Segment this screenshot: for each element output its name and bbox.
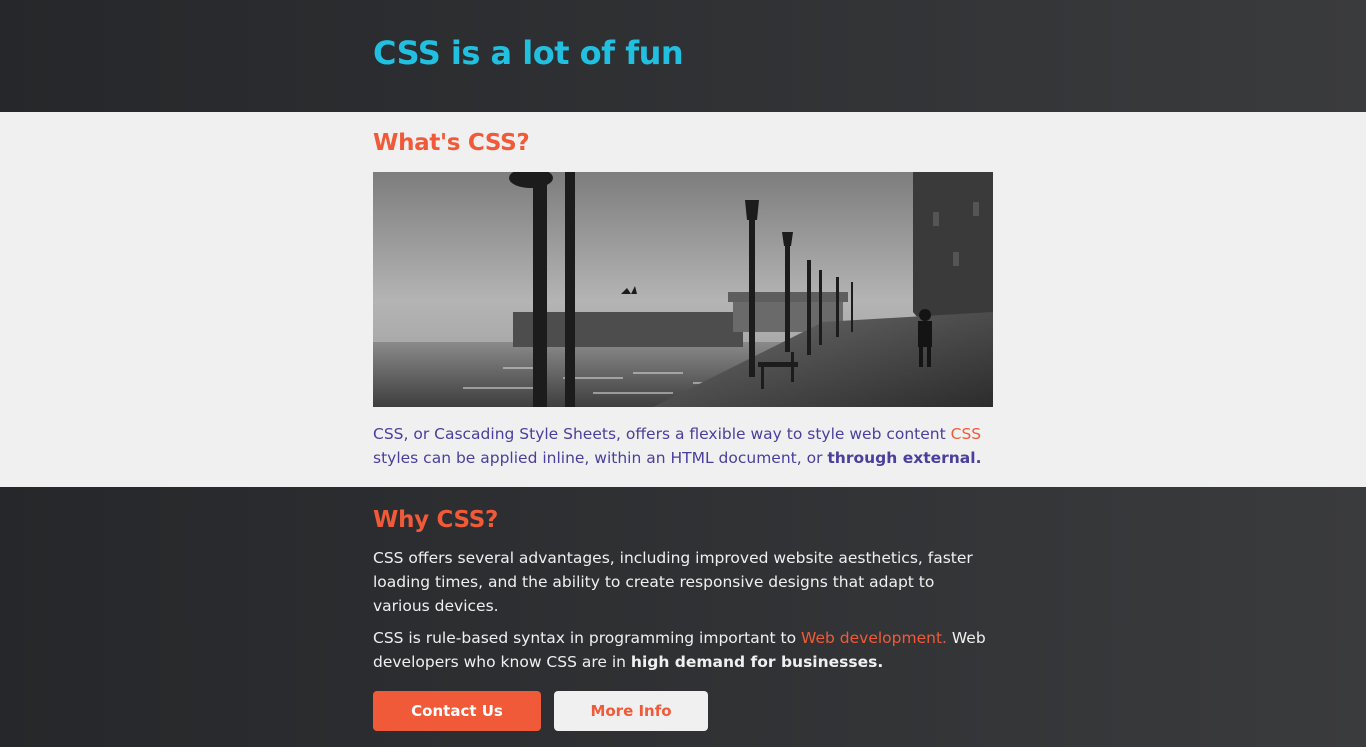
why-css-text-start: CSS is rule-based syntax in programming …	[373, 629, 802, 647]
css-highlight: CSS	[950, 425, 982, 443]
why-css-paragraph-1: CSS offers several advantages, including…	[373, 549, 973, 615]
whats-css-text-middle: styles can be applied inline, within an …	[373, 449, 828, 467]
web-development-highlight: Web development.	[801, 629, 947, 647]
whats-css-paragraph: CSS, or Cascading Style Sheets, offers a…	[373, 422, 993, 470]
page-title: CSS is a lot of fun	[373, 34, 684, 72]
whats-css-text-start: CSS, or Cascading Style Sheets, offers a…	[373, 425, 951, 443]
foggy-promenade-image	[373, 172, 993, 407]
why-css-bold-text: high demand for businesses.	[630, 653, 884, 671]
contact-us-button[interactable]: Contact Us	[373, 691, 541, 731]
whats-css-heading: What's CSS?	[373, 130, 530, 156]
why-css-section: Why CSS? CSS offers several advantages, …	[0, 487, 1366, 747]
why-css-paragraph-2: CSS is rule-based syntax in programming …	[373, 626, 993, 674]
more-info-button[interactable]: More Info	[554, 691, 708, 731]
whats-css-bold-text: through external.	[827, 449, 982, 467]
why-css-heading: Why CSS?	[373, 507, 499, 533]
whats-css-section: What's CSS? CSS, or Cascading Style Shee…	[0, 112, 1366, 487]
site-header: CSS is a lot of fun	[0, 0, 1366, 112]
